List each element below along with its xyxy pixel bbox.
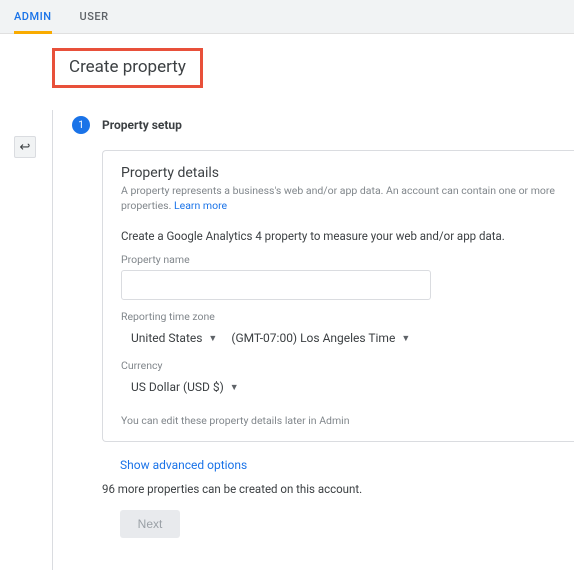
chevron-down-icon: ▼ (401, 333, 410, 344)
timezone-zone-value: (GMT-07:00) Los Angeles Time (231, 331, 395, 345)
chevron-down-icon: ▼ (208, 333, 217, 344)
timezone-zone-select[interactable]: (GMT-07:00) Los Angeles Time ▼ (231, 327, 410, 349)
edit-later-note: You can edit these property details late… (121, 414, 556, 427)
back-button[interactable]: ↩ (14, 136, 36, 158)
show-advanced-options-link[interactable]: Show advanced options (120, 458, 574, 472)
tab-bar: ADMIN USER (0, 0, 574, 34)
tab-user[interactable]: USER (80, 0, 109, 34)
card-description: A property represents a business's web a… (121, 184, 556, 213)
currency-row: US Dollar (USD $) ▼ (131, 376, 556, 398)
currency-select[interactable]: US Dollar (USD $) ▼ (131, 376, 239, 398)
page-heading-highlight: Create property (52, 48, 203, 88)
card-title: Property details (121, 165, 556, 181)
page-body: ↩ 1 Property setup Property details A pr… (0, 116, 574, 558)
property-details-card: Property details A property represents a… (102, 150, 574, 442)
property-name-label: Property name (121, 253, 556, 266)
timezone-row: United States ▼ (GMT-07:00) Los Angeles … (131, 327, 556, 349)
tab-admin[interactable]: ADMIN (14, 0, 52, 34)
timezone-label: Reporting time zone (121, 310, 556, 323)
back-arrow-icon: ↩ (20, 140, 31, 155)
step-number-badge: 1 (72, 116, 90, 134)
card-subheading: Create a Google Analytics 4 property to … (121, 229, 556, 243)
learn-more-link[interactable]: Learn more (174, 199, 227, 212)
property-quota-text: 96 more properties can be created on thi… (102, 482, 574, 496)
step-header: 1 Property setup (72, 116, 574, 134)
step-title: Property setup (102, 118, 182, 132)
property-name-input[interactable] (121, 270, 431, 300)
step-connector-line (52, 110, 53, 570)
currency-label: Currency (121, 359, 556, 372)
chevron-down-icon: ▼ (230, 382, 239, 393)
next-button[interactable]: Next (120, 510, 180, 538)
page-heading: Create property (69, 57, 186, 77)
timezone-country-value: United States (131, 331, 202, 345)
timezone-country-select[interactable]: United States ▼ (131, 327, 217, 349)
currency-value: US Dollar (USD $) (131, 380, 224, 394)
